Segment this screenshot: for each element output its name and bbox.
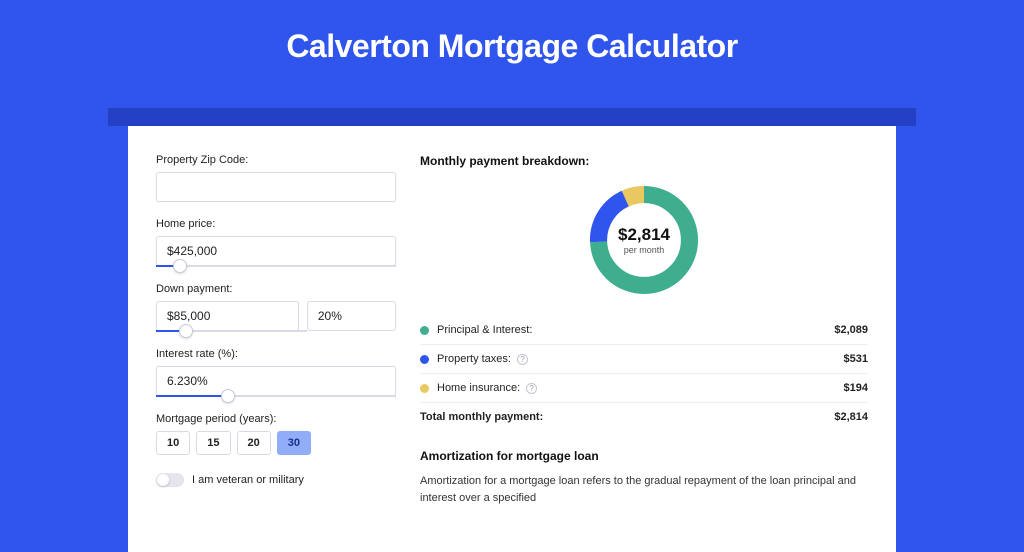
legend-value: $2,089	[834, 324, 868, 336]
calculator-card: Property Zip Code: Home price: Down paym…	[128, 126, 896, 552]
down-payment-label: Down payment:	[156, 283, 396, 295]
period-label: Mortgage period (years):	[156, 413, 396, 425]
legend-row-total: Total monthly payment: $2,814	[420, 403, 868, 431]
legend-row-principal: Principal & Interest: $2,089	[420, 316, 868, 345]
slider-thumb[interactable]	[173, 259, 187, 273]
donut-amount: $2,814	[618, 225, 670, 245]
dot-icon	[420, 326, 429, 335]
legend-label: Total monthly payment:	[420, 411, 543, 423]
legend-value: $2,814	[834, 411, 868, 423]
info-icon[interactable]: ?	[526, 383, 537, 394]
donut-chart: $2,814 per month	[584, 180, 704, 300]
veteran-label: I am veteran or military	[192, 474, 304, 486]
interest-rate-slider[interactable]	[156, 395, 396, 397]
info-icon[interactable]: ?	[517, 354, 528, 365]
zip-input[interactable]	[156, 172, 396, 202]
donut-sub: per month	[618, 245, 670, 255]
veteran-toggle[interactable]	[156, 473, 184, 487]
inputs-column: Property Zip Code: Home price: Down paym…	[156, 154, 396, 552]
legend-label: Principal & Interest:	[437, 324, 532, 336]
dot-icon	[420, 384, 429, 393]
slider-thumb[interactable]	[221, 389, 235, 403]
period-buttons: 10 15 20 30	[156, 431, 396, 455]
amortization-text: Amortization for a mortgage loan refers …	[420, 473, 868, 506]
legend-row-taxes: Property taxes: ? $531	[420, 345, 868, 374]
down-payment-pct-input[interactable]	[307, 301, 396, 331]
amortization-title: Amortization for mortgage loan	[420, 449, 868, 463]
breakdown-column: Monthly payment breakdown: $2,814 per mo…	[420, 154, 868, 552]
legend: Principal & Interest: $2,089 Property ta…	[420, 316, 868, 431]
home-price-slider[interactable]	[156, 265, 396, 267]
period-btn-20[interactable]: 20	[237, 431, 271, 455]
dot-icon	[420, 355, 429, 364]
breakdown-title: Monthly payment breakdown:	[420, 154, 868, 168]
toggle-knob	[157, 474, 169, 486]
interest-rate-input[interactable]	[156, 366, 396, 396]
legend-row-insurance: Home insurance: ? $194	[420, 374, 868, 403]
legend-label: Home insurance:	[437, 382, 520, 394]
donut-center: $2,814 per month	[618, 225, 670, 255]
veteran-row: I am veteran or military	[156, 473, 396, 487]
zip-label: Property Zip Code:	[156, 154, 396, 166]
donut-chart-wrap: $2,814 per month	[420, 180, 868, 300]
down-payment-input[interactable]	[156, 301, 299, 331]
period-btn-15[interactable]: 15	[196, 431, 230, 455]
home-price-label: Home price:	[156, 218, 396, 230]
down-payment-slider[interactable]	[156, 330, 307, 332]
page-title: Calverton Mortgage Calculator	[0, 0, 1024, 87]
slider-fill	[156, 395, 228, 397]
period-btn-30[interactable]: 30	[277, 431, 311, 455]
legend-value: $194	[844, 382, 868, 394]
interest-rate-label: Interest rate (%):	[156, 348, 396, 360]
legend-value: $531	[844, 353, 868, 365]
home-price-input[interactable]	[156, 236, 396, 266]
legend-label: Property taxes:	[437, 353, 511, 365]
slider-thumb[interactable]	[179, 324, 193, 338]
period-btn-10[interactable]: 10	[156, 431, 190, 455]
card-top-shadow	[108, 108, 916, 126]
